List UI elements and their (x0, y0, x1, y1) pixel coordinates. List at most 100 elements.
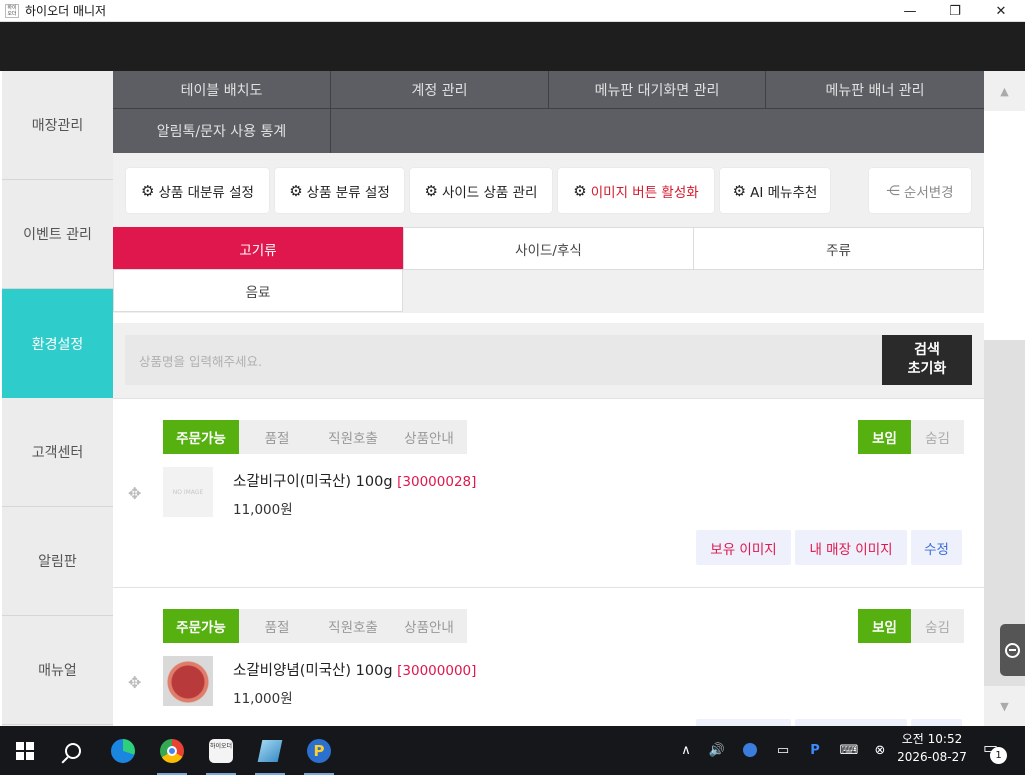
category-tabs: 고기류 사이드/후식 주류 음료 (113, 227, 984, 313)
visibility-hide[interactable]: 숨김 (911, 609, 964, 643)
category-tab-meat[interactable]: 고기류 (113, 227, 403, 270)
status-info[interactable]: 상품안내 (391, 609, 467, 643)
status-info[interactable]: 상품안내 (391, 420, 467, 454)
side-product-label: 사이드 상품 관리 (441, 184, 538, 201)
volume-icon[interactable]: 🔊 (706, 738, 728, 762)
header-band (0, 22, 1025, 71)
settings-tabs: 테이블 배치도 계정 관리 메뉴판 대기화면 관리 메뉴판 배너 관리 알림톡/… (113, 71, 984, 153)
reset-button-label: 초기화 (907, 361, 947, 377)
status-call-staff[interactable]: 직원호출 (315, 420, 391, 454)
ai-menu-recommend-label: AI 메뉴추천 (750, 184, 818, 201)
tab-message-stats[interactable]: 알림톡/문자 사용 통계 (113, 109, 331, 153)
sidebar-item-store[interactable]: 매장관리 (2, 71, 113, 180)
network-icon[interactable]: ▭ (772, 738, 794, 762)
sidebar-item-event[interactable]: 이벤트 관리 (2, 180, 113, 289)
tab-account[interactable]: 계정 관리 (331, 71, 549, 108)
taskbar-notepad[interactable] (253, 734, 287, 775)
product-name-text: 소갈비양념(미국산) 100g (233, 663, 393, 679)
taskbar-hiorder[interactable]: 하이오더 (204, 734, 238, 775)
drag-handle-icon[interactable]: ✥ (128, 673, 141, 692)
category-tab-drink[interactable]: 음료 (113, 269, 403, 312)
clock[interactable]: 오전 10:52 2026-08-27 (893, 730, 971, 766)
reorder-label: 순서변경 (903, 184, 954, 201)
scroll-down-icon[interactable]: ▼ (984, 686, 1025, 726)
category-main-settings-button[interactable]: ⚙ 상품 대분류 설정 (126, 168, 269, 213)
title-bar: 하이오더 하이오더 매니저 — ❐ ✕ (0, 0, 1025, 22)
start-button[interactable] (8, 734, 42, 768)
product-name: 소갈비양념(미국산) 100g [30000000] (233, 659, 476, 680)
visibility-show[interactable]: 보임 (858, 609, 911, 643)
edit-button[interactable]: 수정 (911, 719, 962, 726)
clock-time: 오전 10:52 (901, 732, 963, 746)
status-soldout[interactable]: 품절 (239, 420, 315, 454)
taskbar-search-button[interactable] (56, 734, 90, 768)
app-logo-icon: 하이오더 (5, 3, 19, 18)
visibility-segment: 보임 숨김 (858, 609, 964, 643)
tab-menu-banner[interactable]: 메뉴판 배너 관리 (766, 71, 984, 108)
status-segment: 주문가능 품절 직원호출 상품안내 (163, 420, 467, 454)
edge-icon (111, 739, 135, 763)
visibility-show[interactable]: 보임 (858, 420, 911, 454)
product-code: [30000028] (397, 474, 477, 490)
notification-badge: 1 (990, 747, 1007, 764)
status-available[interactable]: 주문가능 (163, 420, 239, 454)
scroll-up-icon[interactable]: ▲ (984, 71, 1025, 111)
notepad-icon (257, 740, 283, 762)
taskbar-chrome[interactable] (155, 734, 189, 775)
owned-image-button[interactable]: 보유 이미지 (696, 719, 791, 726)
status-segment: 주문가능 품절 직원호출 상품안내 (163, 609, 467, 643)
sidebar-item-notice[interactable]: 알림판 (2, 507, 113, 616)
category-tab-liquor[interactable]: 주류 (693, 227, 984, 270)
reorder-button[interactable]: ⋲ 순서변경 (869, 168, 971, 213)
image-button-activate-button[interactable]: ⚙ 이미지 버튼 활성화 (558, 168, 714, 213)
minimize-button[interactable]: — (887, 0, 933, 22)
windows-logo-icon (16, 742, 34, 760)
clock-date: 2026-08-27 (897, 750, 967, 764)
tray-overflow-icon[interactable]: ∧ (676, 738, 696, 762)
taskbar: 하이오더 P ∧ 🔊 ▭ P ⌨ ⊗ 오전 10:52 2026-08-27 ▭… (0, 726, 1025, 775)
maximize-button[interactable]: ❐ (932, 0, 978, 22)
search-input[interactable]: 상품명을 입력해주세요. (125, 335, 882, 385)
product-price: 11,000원 (233, 502, 293, 518)
product-row: 주문가능 품절 직원호출 상품안내 보임 숨김 ✥ 소갈비양념(미국산) 100… (113, 587, 984, 726)
sidebar: 매장관리 이벤트 관리 환경설정 고객센터 알림판 매뉴얼 (2, 71, 113, 726)
close-button[interactable]: ✕ (978, 0, 1024, 22)
product-name: 소갈비구이(미국산) 100g [30000028] (233, 470, 476, 491)
taskbar-pi[interactable]: P (302, 734, 336, 775)
ime-status-icon[interactable]: ⊗ (870, 738, 890, 762)
product-name-text: 소갈비구이(미국산) 100g (233, 474, 393, 490)
chrome-icon (160, 739, 184, 763)
side-product-button[interactable]: ⚙ 사이드 상품 관리 (410, 168, 552, 213)
ime-p-icon[interactable]: P (805, 738, 825, 762)
sidebar-item-support[interactable]: 고객센터 (2, 398, 113, 507)
search-reset-button[interactable]: 검색 초기화 (882, 335, 972, 385)
owned-image-button[interactable]: 보유 이미지 (696, 530, 791, 565)
edit-button[interactable]: 수정 (911, 530, 962, 565)
reorder-icon: ⋲ (886, 182, 900, 199)
visibility-hide[interactable]: 숨김 (911, 420, 964, 454)
my-store-image-button[interactable]: 내 매장 이미지 (795, 530, 907, 565)
bluetooth-app-icon[interactable] (740, 738, 760, 762)
ai-menu-recommend-button[interactable]: ⚙ AI 메뉴추천 (720, 168, 830, 213)
visibility-segment: 보임 숨김 (858, 420, 964, 454)
app-window: 하이오더 하이오더 매니저 — ❐ ✕ 매장관리 이벤트 관리 환경설정 고객센… (0, 0, 1025, 775)
category-settings-label: 상품 분류 설정 (306, 184, 390, 201)
drag-handle-icon[interactable]: ✥ (128, 484, 141, 503)
main-content: 테이블 배치도 계정 관리 메뉴판 대기화면 관리 메뉴판 배너 관리 알림톡/… (113, 71, 984, 726)
sidebar-item-settings[interactable]: 환경설정 (2, 289, 113, 398)
status-call-staff[interactable]: 직원호출 (315, 609, 391, 643)
keyboard-icon[interactable]: ⌨ (836, 738, 862, 762)
category-tab-side[interactable]: 사이드/후식 (403, 227, 694, 270)
category-settings-button[interactable]: ⚙ 상품 분류 설정 (275, 168, 404, 213)
tab-table-layout[interactable]: 테이블 배치도 (113, 71, 331, 108)
status-soldout[interactable]: 품절 (239, 609, 315, 643)
tab-menu-standby[interactable]: 메뉴판 대기화면 관리 (549, 71, 766, 108)
my-store-image-button[interactable]: 내 매장 이미지 (795, 719, 907, 726)
scroll-thumb[interactable] (984, 111, 1025, 340)
status-available[interactable]: 주문가능 (163, 609, 239, 643)
taskbar-edge[interactable] (106, 734, 140, 768)
product-thumbnail (163, 656, 213, 706)
remote-support-tab[interactable] (1000, 624, 1025, 676)
gear-icon: ⚙ (141, 181, 155, 200)
sidebar-item-manual[interactable]: 매뉴얼 (2, 616, 113, 725)
